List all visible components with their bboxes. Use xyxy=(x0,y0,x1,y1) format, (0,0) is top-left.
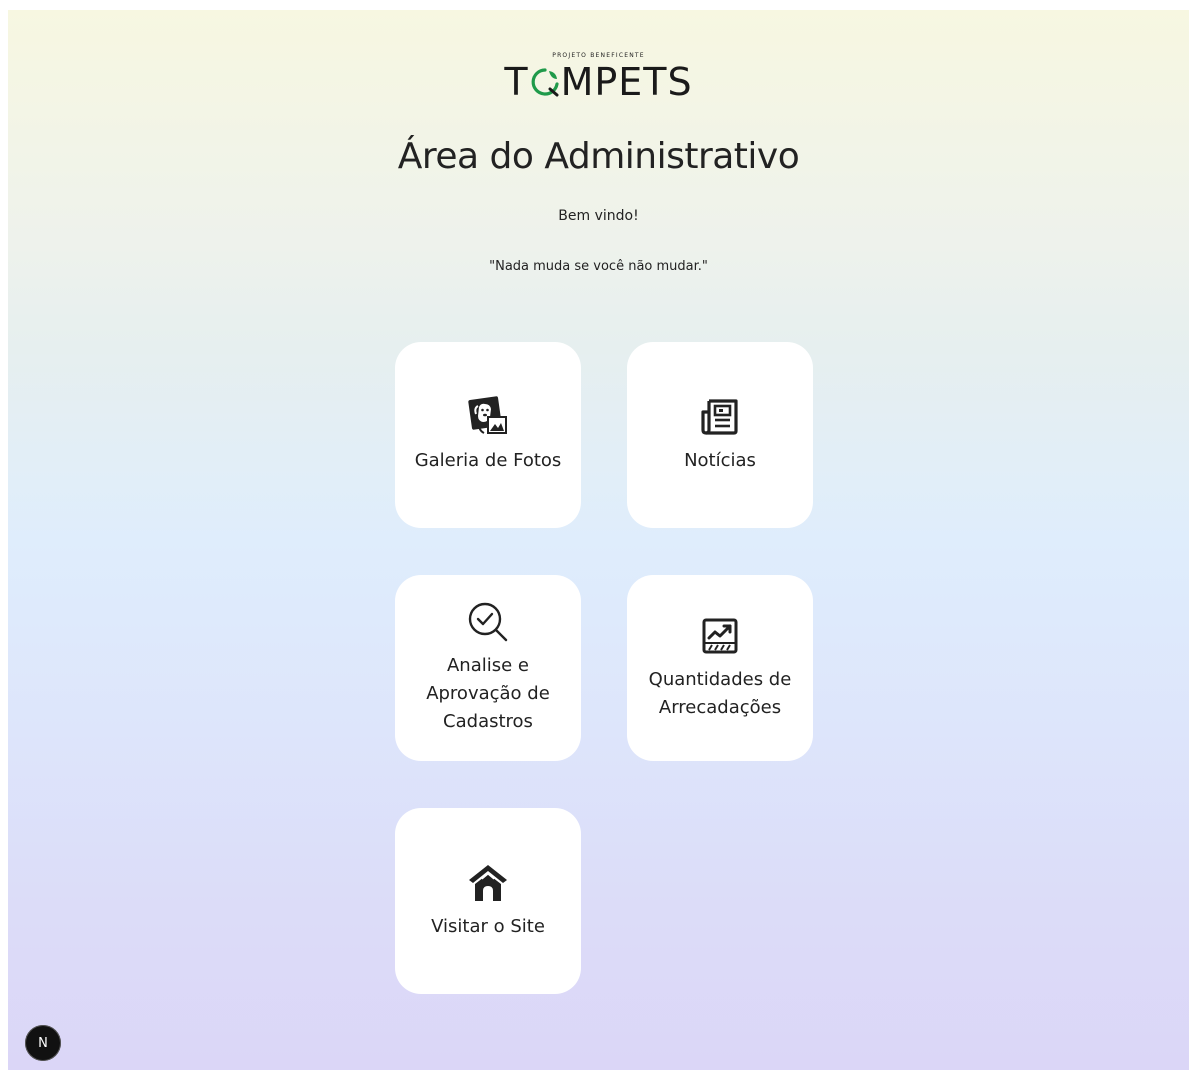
gallery-card-button[interactable]: Galeria de Fotos xyxy=(395,342,581,528)
search-check-icon xyxy=(468,602,508,642)
logo-wordmark: T MPETS xyxy=(504,62,692,102)
welcome-text: Bem vindo! xyxy=(558,208,639,224)
logo: PROJETO BENEFICENTE T MPETS xyxy=(8,52,1189,102)
news-card-label: Notícias xyxy=(684,450,756,471)
gallery-card-label: Galeria de Fotos xyxy=(414,450,562,471)
dev-tools-badge-button[interactable]: N xyxy=(25,1025,61,1061)
donations-amount-card-button[interactable]: Quantidades de Arrecadações xyxy=(627,575,813,761)
page-background: PROJETO BENEFICENTE T MPETS Área do Admi… xyxy=(8,10,1189,1070)
news-card-button[interactable]: Notícias xyxy=(627,342,813,528)
visit-site-card-button[interactable]: Visitar o Site xyxy=(395,808,581,994)
quote-text: "Nada muda se você não mudar." xyxy=(489,259,708,274)
dog-house-icon xyxy=(469,865,507,901)
newspaper-icon xyxy=(701,399,738,435)
logo-tagline: PROJETO BENEFICENTE xyxy=(552,52,645,59)
dog-photo-icon xyxy=(468,396,507,434)
logo-letter-end: MPETS xyxy=(560,60,693,104)
registration-review-card-button[interactable]: Analise e Aprovação de Cadastros xyxy=(395,575,581,761)
donations-amount-card-label: Quantidades de Arrecadações xyxy=(648,669,792,718)
logo-letter-start: T xyxy=(504,60,529,104)
visit-site-card-label: Visitar o Site xyxy=(431,916,545,937)
registration-review-card-label: Analise e Aprovação de Cadastros xyxy=(426,655,550,732)
chart-icon xyxy=(702,618,738,654)
dev-badge-letter: N xyxy=(38,1035,48,1051)
logo-leaf-o-icon xyxy=(531,68,559,97)
page-title: Área do Administrativo xyxy=(397,136,800,177)
